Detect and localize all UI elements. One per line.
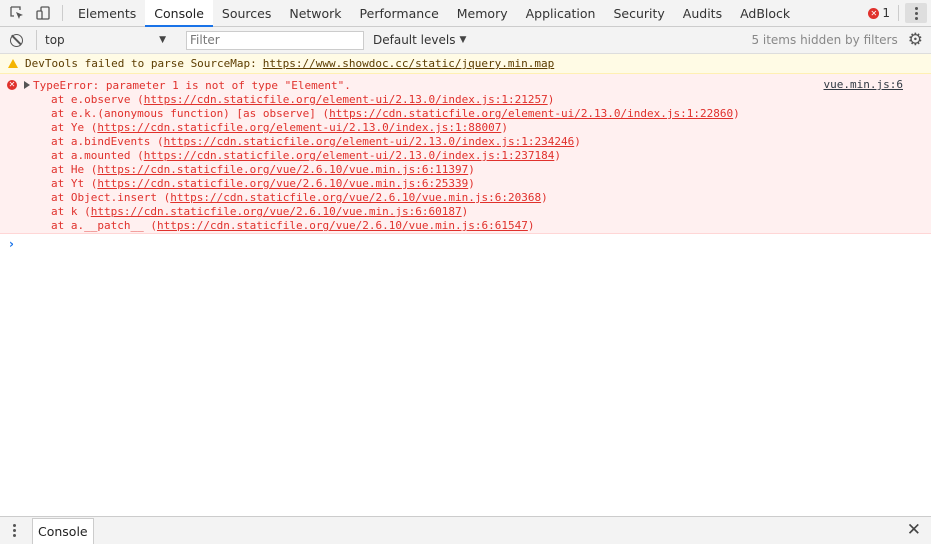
tab-memory[interactable]: Memory <box>448 0 517 26</box>
stack-frame-function: at Yt ( <box>51 177 98 190</box>
tab-adblock[interactable]: AdBlock <box>731 0 799 26</box>
tabbar-spacer <box>799 0 862 26</box>
inspect-element-icon[interactable] <box>4 0 30 26</box>
stack-frame: at e.k.(anonymous function) [as observe]… <box>51 107 740 121</box>
gear-icon[interactable]: ⚙ <box>908 31 923 49</box>
drawer-tab-console[interactable]: Console <box>32 517 94 544</box>
stack-frame-link[interactable]: https://cdn.staticfile.org/element-ui/2.… <box>144 93 548 106</box>
stack-frame-link[interactable]: https://cdn.staticfile.org/vue/2.6.10/vu… <box>157 219 528 232</box>
stack-frame-function: at a.bindEvents ( <box>51 135 164 148</box>
tab-application[interactable]: Application <box>517 0 605 26</box>
stack-frame-end: ) <box>554 149 561 162</box>
tab-security[interactable]: Security <box>604 0 673 26</box>
prompt-chevron-icon: › <box>9 237 14 251</box>
stack-frame-end: ) <box>461 205 469 218</box>
warning-link[interactable]: https://www.showdoc.cc/static/jquery.min… <box>263 57 554 70</box>
tab-network[interactable]: Network <box>280 0 350 26</box>
hidden-items-info: 5 items hidden by filters <box>751 33 898 47</box>
stack-frame: at a.bindEvents (https://cdn.staticfile.… <box>51 135 740 149</box>
toolbar-divider <box>898 5 899 21</box>
drawer-tabbar: Console ✕ <box>0 516 931 544</box>
stack-frame-link[interactable]: https://cdn.staticfile.org/element-ui/2.… <box>164 135 575 148</box>
warning-text: DevTools failed to parse SourceMap: <box>25 57 257 70</box>
stack-frame: at e.observe (https://cdn.staticfile.org… <box>51 93 740 107</box>
caret-down-icon: ▼ <box>159 35 166 45</box>
stack-frame-function: at a.__patch__ ( <box>51 219 157 232</box>
stack-frame-link[interactable]: https://cdn.staticfile.org/vue/2.6.10/vu… <box>170 191 541 204</box>
error-icon: ✕ <box>868 7 880 19</box>
stack-frame-end: ) <box>547 93 555 106</box>
error-counter[interactable]: ✕ 1 <box>862 0 896 26</box>
console-error-message: ✕ TypeError: parameter 1 is not of type … <box>0 74 931 234</box>
stack-frame: at k (https://cdn.staticfile.org/vue/2.6… <box>51 205 740 219</box>
stack-frame-end: ) <box>541 191 548 204</box>
stack-frame-link[interactable]: https://cdn.staticfile.org/vue/2.6.10/vu… <box>91 205 462 218</box>
caret-down-icon: ▼ <box>459 35 467 45</box>
stack-frame-function: at k ( <box>51 205 91 218</box>
stack-frame: at Ye (https://cdn.staticfile.org/elemen… <box>51 121 740 135</box>
stack-frame-link[interactable]: https://cdn.staticfile.org/element-ui/2.… <box>329 107 733 120</box>
stack-frame-link[interactable]: https://cdn.staticfile.org/element-ui/2.… <box>97 121 501 134</box>
stack-frame-end: ) <box>733 107 740 120</box>
customize-menu-icon[interactable] <box>905 3 927 23</box>
stack-frame-function: at Ye ( <box>51 121 98 134</box>
expand-triangle-icon[interactable] <box>24 81 30 89</box>
tab-audits[interactable]: Audits <box>674 0 731 26</box>
stack-frame-end: ) <box>468 163 475 176</box>
tab-performance[interactable]: Performance <box>351 0 448 26</box>
tab-console[interactable]: Console <box>145 0 213 27</box>
stack-frame: at Object.insert (https://cdn.staticfile… <box>51 191 740 205</box>
stack-frame: at a.mounted (https://cdn.staticfile.org… <box>51 149 740 163</box>
stack-frame-end: ) <box>501 121 508 134</box>
stack-frame-end: ) <box>527 219 535 232</box>
error-count: 1 <box>882 6 890 20</box>
stack-frame-function: at a.mounted ( <box>51 149 144 162</box>
clear-console-icon[interactable] <box>10 33 23 47</box>
tab-elements[interactable]: Elements <box>69 0 145 26</box>
stack-frame-link[interactable]: https://cdn.staticfile.org/vue/2.6.10/vu… <box>97 177 468 190</box>
console-prompt[interactable]: › <box>0 236 931 252</box>
stack-frame-function: at He ( <box>51 163 98 176</box>
close-drawer-icon[interactable]: ✕ <box>907 522 921 539</box>
console-toolbar: top ▼ Default levels ▼ 5 items hidden by… <box>0 27 931 54</box>
devtools-tabbar: Elements Console Sources Network Perform… <box>0 0 931 27</box>
console-warning-message: DevTools failed to parse SourceMap: http… <box>0 54 931 74</box>
toolbar-divider <box>62 5 63 21</box>
stack-frame: at Yt (https://cdn.staticfile.org/vue/2.… <box>51 177 740 191</box>
stack-frame-end: ) <box>574 135 581 148</box>
stack-trace: at e.observe (https://cdn.staticfile.org… <box>51 93 740 233</box>
stack-frame-function: at Object.insert ( <box>51 191 171 204</box>
error-icon: ✕ <box>7 80 17 90</box>
tab-sources[interactable]: Sources <box>213 0 280 26</box>
stack-frame-function: at e.observe ( <box>51 93 144 106</box>
stack-frame-link[interactable]: https://cdn.staticfile.org/element-ui/2.… <box>144 149 555 162</box>
error-message-text[interactable]: TypeError: parameter 1 is not of type "E… <box>33 79 351 92</box>
context-selector[interactable]: top ▼ <box>36 30 172 50</box>
drawer-menu-icon[interactable] <box>0 524 28 537</box>
stack-frame-function: at e.k.(anonymous function) [as observe]… <box>51 107 330 120</box>
log-levels-dropdown[interactable]: Default levels ▼ <box>373 33 466 47</box>
stack-frame-link[interactable]: https://cdn.staticfile.org/vue/2.6.10/vu… <box>97 163 468 176</box>
stack-frame-end: ) <box>468 177 475 190</box>
context-value: top <box>45 33 65 47</box>
log-levels-label: Default levels <box>373 33 456 47</box>
warning-icon <box>8 59 18 68</box>
error-source-link[interactable]: vue.min.js:6 <box>824 78 903 91</box>
device-toolbar-icon[interactable] <box>30 0 56 26</box>
filter-input[interactable] <box>186 30 364 50</box>
error-header: ✕ TypeError: parameter 1 is not of type … <box>0 78 931 92</box>
stack-frame: at a.__patch__ (https://cdn.staticfile.o… <box>51 219 740 233</box>
stack-frame: at He (https://cdn.staticfile.org/vue/2.… <box>51 163 740 177</box>
